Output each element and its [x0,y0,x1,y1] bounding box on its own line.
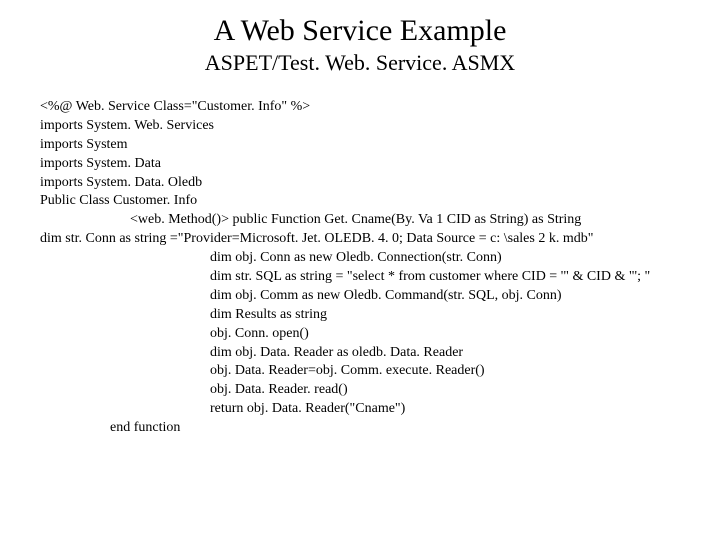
slide-subtitle: ASPET/Test. Web. Service. ASMX [40,50,680,76]
code-line: dim str. SQL as string = "select * from … [40,268,680,287]
code-line: dim obj. Data. Reader as oledb. Data. Re… [40,344,680,363]
code-line: <%@ Web. Service Class="Customer. Info" … [40,98,680,117]
slide-title: A Web Service Example [40,14,680,48]
code-line: imports System. Data. Oledb [40,174,680,193]
code-line: dim str. Conn as string ="Provider=Micro… [40,230,680,249]
code-line: Public Class Customer. Info [40,192,680,211]
code-line: imports System [40,136,680,155]
code-line: dim obj. Conn as new Oledb. Connection(s… [40,249,680,268]
slide: A Web Service Example ASPET/Test. Web. S… [0,0,720,448]
code-line: dim obj. Comm as new Oledb. Command(str.… [40,287,680,306]
code-line: imports System. Web. Services [40,117,680,136]
code-line: obj. Conn. open() [40,325,680,344]
code-line: imports System. Data [40,155,680,174]
code-line: obj. Data. Reader=obj. Comm. execute. Re… [40,362,680,381]
code-line: dim Results as string [40,306,680,325]
code-line: <web. Method()> public Function Get. Cna… [40,211,680,230]
code-line: return obj. Data. Reader("Cname") [40,400,680,419]
code-line: obj. Data. Reader. read() [40,381,680,400]
code-line: end function [40,419,680,438]
